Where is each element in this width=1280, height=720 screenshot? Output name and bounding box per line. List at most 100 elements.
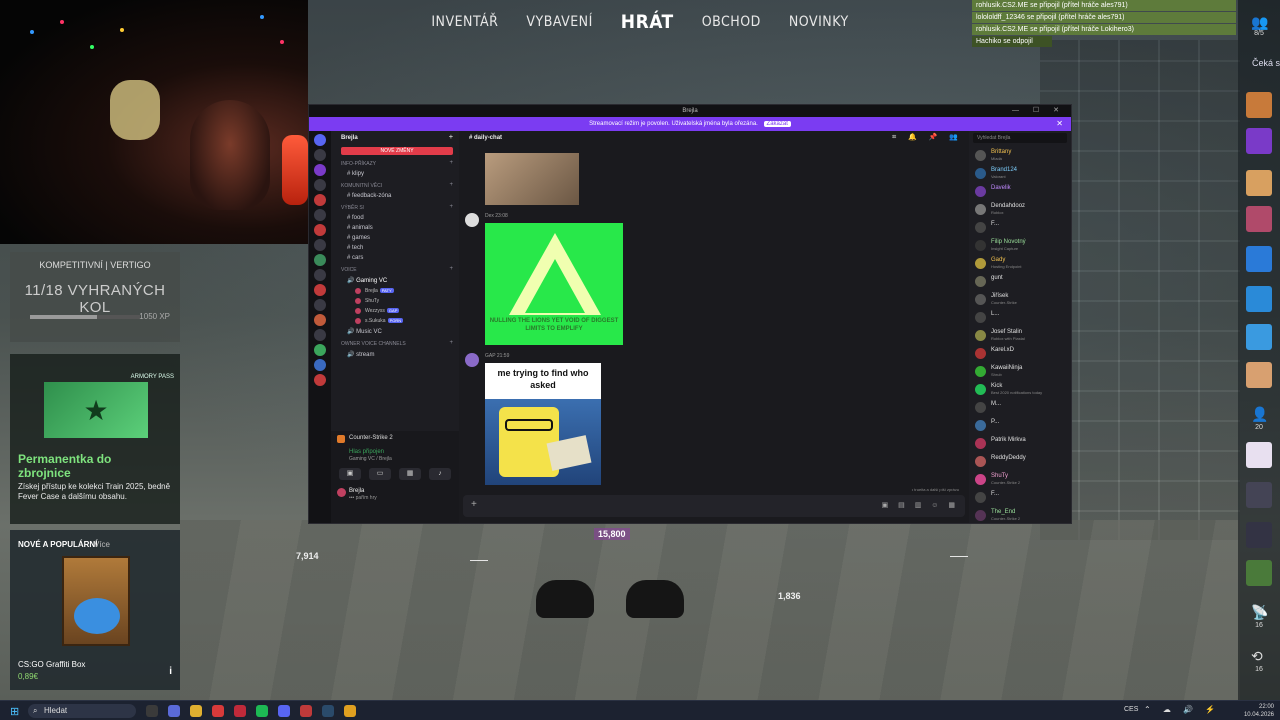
member-item[interactable]: Filip Novotný Insight Capture [969, 237, 1071, 255]
channel-food[interactable]: # food [331, 213, 459, 223]
voice-user[interactable]: Brejla PATY [331, 286, 459, 296]
history-icon[interactable]: ⟲ [1251, 648, 1263, 665]
friend-avatar[interactable] [1246, 286, 1272, 312]
member-item[interactable]: Dendahdooz Roblox [969, 201, 1071, 219]
app-icon[interactable] [212, 705, 224, 717]
nav-store[interactable]: OBCHOD [702, 14, 761, 30]
competitive-card[interactable]: KOMPETITIVNÍ | VERTIGO 11/18 VYHRANÝCH K… [10, 252, 180, 342]
channel-cars[interactable]: # cars [331, 253, 459, 263]
friend-avatar[interactable] [1246, 170, 1272, 196]
window-controls[interactable]: — ☐ ✕ [1012, 105, 1065, 117]
server-icon[interactable] [314, 359, 326, 371]
cs2-icon[interactable] [344, 705, 356, 717]
member-item[interactable]: gunt [969, 273, 1071, 291]
system-tray[interactable]: ⌃ ☁ 🔊 ⚡ [1144, 705, 1220, 714]
category-header[interactable]: OWNER VOICE CHANNELS + [331, 337, 459, 349]
spotify-icon[interactable] [256, 705, 268, 717]
member-item[interactable]: Karel.xD [969, 345, 1071, 363]
friend-avatar[interactable] [1246, 442, 1272, 468]
category-header[interactable]: KOMUNITNÍ VĚCI + [331, 179, 459, 191]
friend-avatar[interactable] [1246, 560, 1272, 586]
windows-start-icon[interactable]: ⊞ [10, 705, 19, 718]
server-icon[interactable] [314, 179, 326, 191]
message-author[interactable]: Dex 23:08 [485, 213, 508, 219]
browser-icon[interactable] [168, 705, 180, 717]
avatar[interactable] [465, 353, 479, 367]
nav-news[interactable]: NOVINKY [789, 14, 849, 30]
voice-channel-music[interactable]: 🔊 Music VC [331, 326, 459, 337]
server-icon[interactable] [314, 269, 326, 281]
member-item[interactable]: Josef Stalin Roblox with Plastal [969, 327, 1071, 345]
member-item[interactable]: ShuTy Counter-Strike 2 [969, 471, 1071, 489]
broadcast-icon[interactable]: 📡 [1251, 604, 1268, 621]
taskbar-search[interactable]: ⌕ Hledat [28, 704, 136, 718]
image-attachment[interactable]: NULLING THE LIONS YET VOID OF DIGGEST LI… [485, 223, 623, 345]
people-icon[interactable]: 👥 [1251, 14, 1268, 31]
server-icon[interactable] [314, 164, 326, 176]
member-item[interactable]: Jiřísek Counter-Strike [969, 291, 1071, 309]
server-icon[interactable] [314, 149, 326, 161]
message-author[interactable]: GAP 21:59 [485, 353, 509, 359]
add-member-icon[interactable]: + [449, 131, 453, 145]
category-header[interactable]: VÝBĚR Sl + [331, 201, 459, 213]
server-icon[interactable] [314, 239, 326, 251]
person-icon[interactable]: 👤 [1251, 406, 1268, 423]
member-item[interactable]: ReddyDeddy [969, 453, 1071, 471]
new-messages-pill[interactable]: NOVÉ ZMĚNY [341, 147, 453, 155]
friend-avatar[interactable] [1246, 92, 1272, 118]
friend-avatar[interactable] [1246, 246, 1272, 272]
clock[interactable]: 22:00 10.04.2026 [1242, 703, 1274, 719]
member-item[interactable]: P... [969, 417, 1071, 435]
server-icon[interactable] [314, 224, 326, 236]
friend-avatar[interactable] [1246, 324, 1272, 350]
nav-loadout[interactable]: VYBAVENÍ [526, 14, 592, 30]
member-item[interactable]: F... [969, 219, 1071, 237]
category-header[interactable]: INFO-PŘÍKAZY + [331, 157, 459, 169]
member-item[interactable]: Gady Hosting Endpoint [969, 255, 1071, 273]
xbox-icon[interactable] [146, 705, 158, 717]
language-indicator[interactable]: CES [1124, 706, 1138, 713]
member-item[interactable]: Davelik [969, 183, 1071, 201]
new-popular-card[interactable]: NOVÉ A POPULÁRNÍ Více CS:GO Graffiti Box… [10, 530, 180, 690]
member-item[interactable]: Brand124 Valorant [969, 165, 1071, 183]
activities-icon[interactable]: ▦ [399, 468, 421, 480]
category-header[interactable]: VOICE + [331, 263, 459, 275]
message-input[interactable]: + ▣ ▤ ▥ ☺ ▦ [463, 495, 965, 517]
member-item[interactable]: L... [969, 309, 1071, 327]
friend-avatar[interactable] [1246, 128, 1272, 154]
discord-icon[interactable] [278, 705, 290, 717]
server-icon[interactable] [314, 374, 326, 386]
channel-feedback[interactable]: # feedback-zóna [331, 191, 459, 201]
channel-tech[interactable]: # tech [331, 243, 459, 253]
voice-user[interactable]: Wezzyss GAP [331, 306, 459, 316]
composer-icons[interactable]: ▣ ▤ ▥ ☺ ▦ [882, 501, 959, 509]
voice-connected[interactable]: Hlas připojen [331, 445, 459, 455]
server-icon[interactable] [314, 329, 326, 341]
server-icon[interactable] [314, 284, 326, 296]
voice-channel-gaming[interactable]: 🔊 Gaming VC [331, 275, 459, 286]
disable-button[interactable]: Zakázat [763, 121, 791, 127]
soundboard-icon[interactable]: ♪ [429, 468, 451, 480]
avatar[interactable] [465, 213, 479, 227]
voice-user[interactable]: s.Sukuka PORN [331, 316, 459, 326]
channel-games[interactable]: # games [331, 233, 459, 243]
server-icon[interactable] [314, 254, 326, 266]
server-header[interactable]: Brejla + [331, 131, 459, 145]
nav-play[interactable]: HRÁT [621, 11, 674, 33]
steam-icon[interactable] [322, 705, 334, 717]
friend-avatar[interactable] [1246, 362, 1272, 388]
folder-icon[interactable] [190, 705, 202, 717]
app-icon[interactable] [234, 705, 246, 717]
meme-image[interactable]: me trying to find who asked [485, 363, 601, 485]
member-item[interactable]: The_End Counter-Strike 2 [969, 507, 1071, 523]
search-input[interactable]: Vyhledat Brejla [973, 133, 1067, 143]
info-icon[interactable]: i [169, 666, 172, 677]
channel-animals[interactable]: # animals [331, 223, 459, 233]
header-icons[interactable]: ⌗ 🔔 📌 👥 [892, 131, 963, 145]
voice-channel-stream[interactable]: 🔊 stream [331, 349, 459, 360]
plus-icon[interactable]: + [471, 499, 477, 510]
server-icon[interactable] [314, 299, 326, 311]
screen-share-icon[interactable]: ▭ [369, 468, 391, 480]
close-icon[interactable]: ✕ [1056, 117, 1063, 131]
member-item[interactable]: KawaiiNinja Shrub [969, 363, 1071, 381]
